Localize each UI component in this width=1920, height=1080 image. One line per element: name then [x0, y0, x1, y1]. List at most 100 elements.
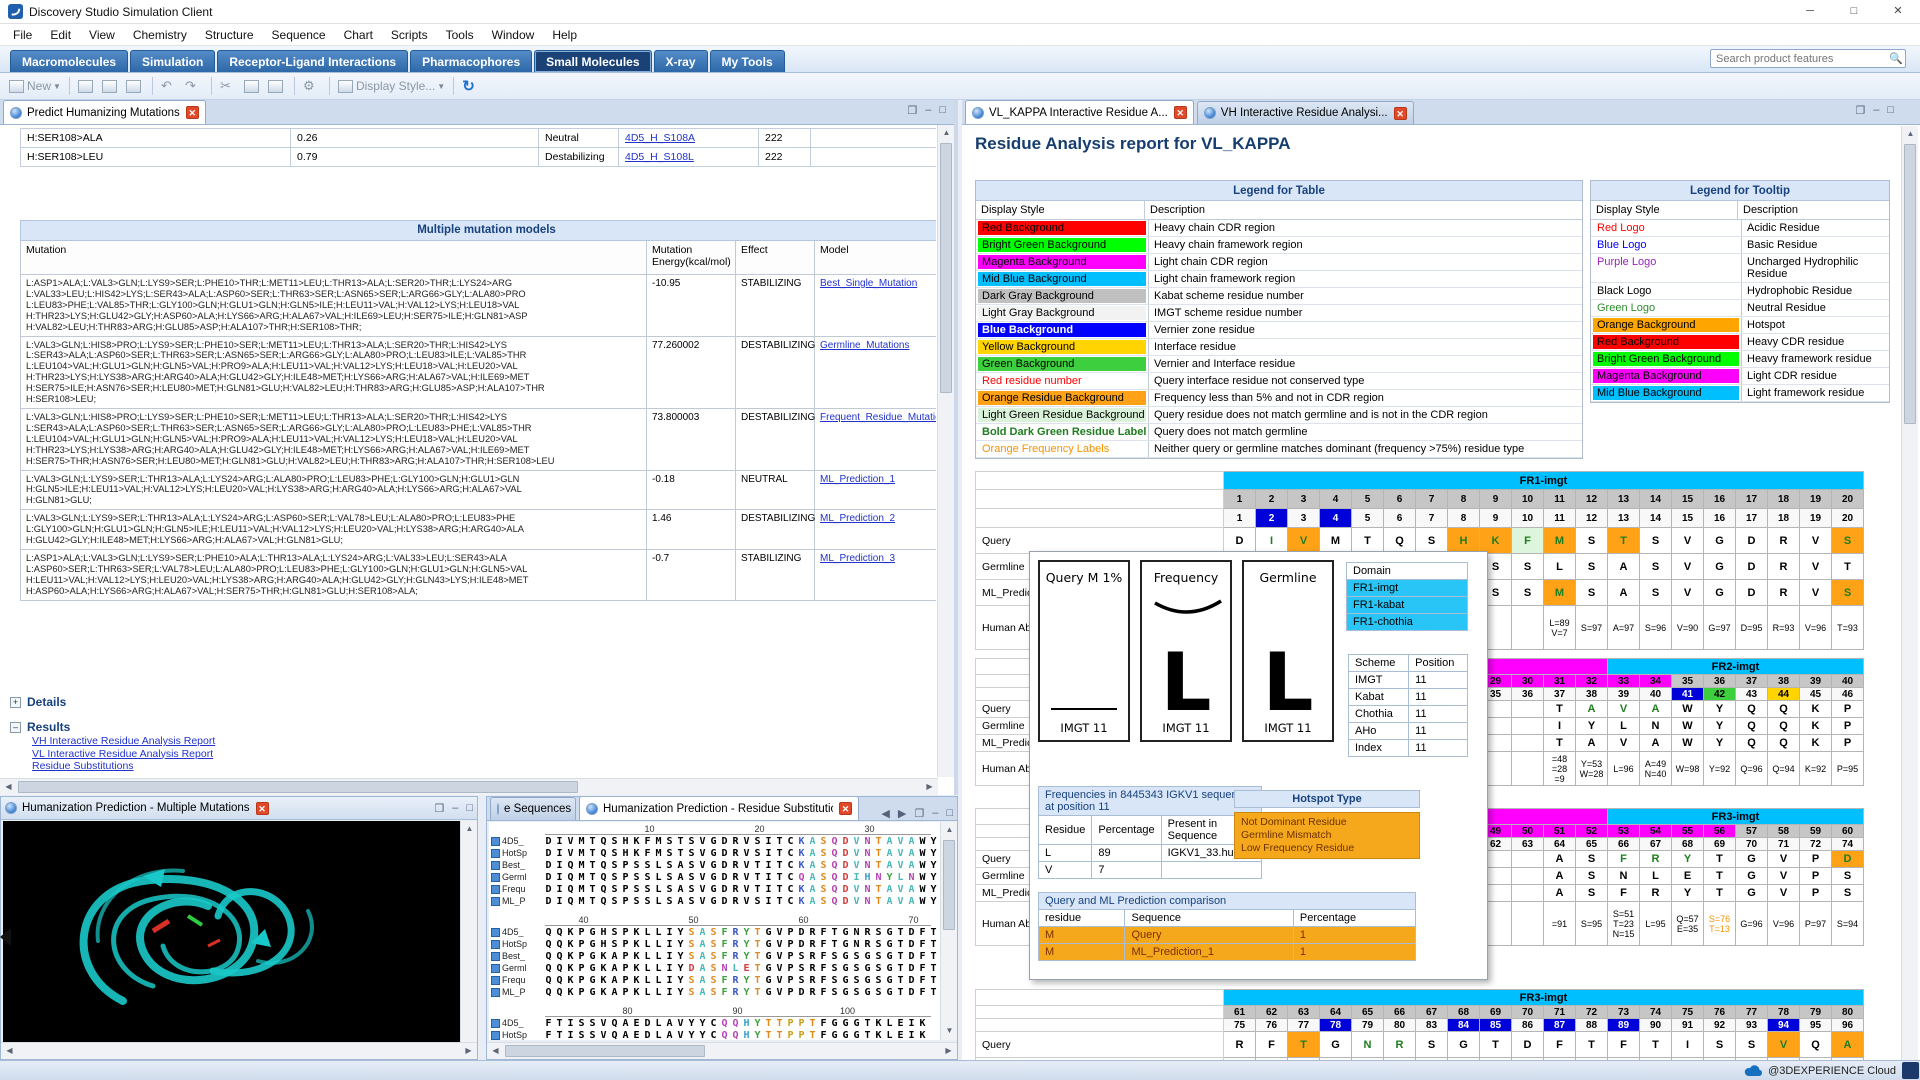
residue-char[interactable]: S — [664, 884, 675, 895]
residue-char[interactable]: S — [818, 836, 829, 847]
residue-char[interactable]: T — [862, 1018, 873, 1029]
residue-char[interactable]: S — [686, 836, 697, 847]
close-viewer-icon[interactable]: ✕ — [256, 802, 269, 815]
residue-char[interactable]: A — [884, 848, 895, 859]
residue-char[interactable]: S — [851, 951, 862, 962]
residue-char[interactable]: S — [609, 860, 620, 871]
residue-char[interactable]: R — [807, 927, 818, 938]
residue-cell[interactable]: Q — [1768, 718, 1800, 735]
residue-char[interactable]: T — [763, 1030, 774, 1041]
model-cell[interactable]: Frequent_Residue_Mutations — [815, 408, 937, 470]
residue-char[interactable]: G — [763, 927, 774, 938]
residue-char[interactable]: G — [862, 975, 873, 986]
residue-char[interactable]: L — [653, 939, 664, 950]
residue-char[interactable]: S — [642, 872, 653, 883]
residue-cell[interactable]: H — [1448, 528, 1480, 554]
residue-cell[interactable]: Y — [1672, 885, 1704, 902]
residue-cell[interactable] — [1512, 752, 1544, 786]
residue-char[interactable]: K — [565, 927, 576, 938]
residue-char[interactable]: S — [609, 939, 620, 950]
sequence-alignment[interactable]: 1020304D5_DIVMTQSHKFMSTSVGDRVSITCKASQDVN… — [489, 822, 941, 1040]
residue-char[interactable]: E — [895, 1018, 906, 1029]
residue-char[interactable]: I — [554, 896, 565, 907]
residue-char[interactable]: N — [862, 884, 873, 895]
residue-char[interactable]: P — [785, 927, 796, 938]
residue-char[interactable]: V — [741, 884, 752, 895]
seq-vertical-scrollbar[interactable]: ▲ ▼ — [940, 822, 957, 1040]
model-cell[interactable]: ML_Prediction_2 — [815, 510, 937, 550]
residue-char[interactable]: L — [653, 975, 664, 986]
residue-cell[interactable] — [1512, 851, 1544, 868]
residue-char[interactable]: I — [763, 848, 774, 859]
residue-char[interactable]: F — [642, 848, 653, 859]
residue-char[interactable]: S — [708, 951, 719, 962]
residue-cell[interactable]: G — [1736, 868, 1768, 885]
float-panel-icon[interactable]: ❐ — [907, 104, 917, 117]
residue-char[interactable]: S — [631, 896, 642, 907]
residue-char[interactable]: I — [664, 927, 675, 938]
residue-cell[interactable] — [1512, 902, 1544, 946]
residue-char[interactable]: M — [576, 884, 587, 895]
residue-char[interactable]: Q — [829, 848, 840, 859]
residue-char[interactable]: Q — [543, 987, 554, 998]
residue-char[interactable]: G — [587, 939, 598, 950]
viewer-title-bar[interactable]: Humanization Prediction - Multiple Mutat… — [1, 797, 477, 820]
residue-char[interactable]: G — [840, 927, 851, 938]
residue-char[interactable]: R — [807, 951, 818, 962]
residue-char[interactable]: G — [708, 884, 719, 895]
residue-char[interactable]: L — [653, 951, 664, 962]
residue-char[interactable]: H — [741, 1018, 752, 1029]
residue-char[interactable]: Y — [686, 1030, 697, 1041]
residue-char[interactable]: L — [653, 884, 664, 895]
residue-char[interactable]: P — [620, 939, 631, 950]
residue-cell[interactable]: R=93 — [1768, 606, 1800, 650]
residue-cell[interactable]: G — [1704, 554, 1736, 580]
residue-char[interactable]: T — [587, 896, 598, 907]
residue-cell[interactable]: V — [1672, 528, 1704, 554]
residue-char[interactable]: S — [642, 896, 653, 907]
residue-char[interactable]: Y — [928, 872, 939, 883]
residue-char[interactable]: F — [543, 1018, 554, 1029]
residue-char[interactable]: S — [609, 884, 620, 895]
residue-char[interactable]: Y — [741, 939, 752, 950]
residue-char[interactable]: G — [884, 975, 895, 986]
residue-char[interactable]: T — [928, 963, 939, 974]
residue-char[interactable]: Y — [675, 975, 686, 986]
residue-char[interactable]: C — [785, 836, 796, 847]
sequence-row[interactable]: GermlQQKPGKAPKLLIYDASNLETGVPSRFSGSGSGTDF… — [489, 962, 941, 974]
residue-cell[interactable]: G — [1320, 1032, 1352, 1058]
residue-cell[interactable]: W — [1672, 701, 1704, 718]
residue-char[interactable]: S — [796, 975, 807, 986]
residue-char[interactable]: T — [829, 939, 840, 950]
residue-char[interactable]: K — [796, 860, 807, 871]
residue-char[interactable]: V — [741, 836, 752, 847]
residue-cell[interactable]: V — [1768, 851, 1800, 868]
residue-char[interactable]: C — [785, 884, 796, 895]
residue-char[interactable]: S — [609, 872, 620, 883]
residue-char[interactable]: N — [862, 896, 873, 907]
residue-char[interactable]: D — [796, 987, 807, 998]
residue-char[interactable]: F — [818, 987, 829, 998]
residue-cell[interactable]: Y — [1672, 851, 1704, 868]
residue-char[interactable]: S — [708, 927, 719, 938]
residue-char[interactable]: L — [642, 987, 653, 998]
residue-char[interactable]: L — [642, 927, 653, 938]
residue-char[interactable]: T — [587, 836, 598, 847]
residue-cell[interactable]: G — [1704, 580, 1736, 606]
scrollbar-thumb[interactable] — [505, 1045, 705, 1057]
residue-char[interactable]: V — [697, 836, 708, 847]
residue-char[interactable]: S — [686, 927, 697, 938]
protein-structure-viewport[interactable] — [3, 821, 461, 1042]
residue-char[interactable]: G — [587, 927, 598, 938]
residue-char[interactable]: T — [675, 836, 686, 847]
residue-char[interactable]: T — [895, 975, 906, 986]
residue-char[interactable]: Y — [752, 1030, 763, 1041]
residue-char[interactable]: V — [851, 848, 862, 859]
residue-char[interactable]: D — [719, 860, 730, 871]
residue-char[interactable]: T — [873, 836, 884, 847]
residue-char[interactable]: T — [895, 987, 906, 998]
residue-char[interactable]: D — [796, 939, 807, 950]
residue-char[interactable]: S — [708, 987, 719, 998]
residue-char[interactable]: I — [763, 860, 774, 871]
residue-char[interactable]: G — [763, 987, 774, 998]
